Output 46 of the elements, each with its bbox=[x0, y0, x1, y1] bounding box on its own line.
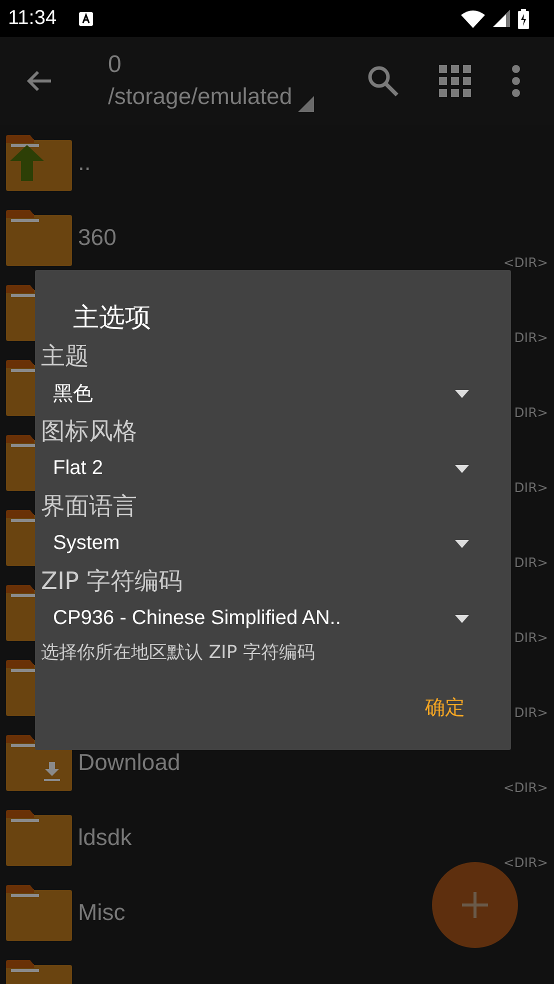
parent-folder-icon bbox=[6, 134, 72, 190]
setting-dropdown[interactable]: Flat 2 bbox=[41, 449, 511, 488]
folder-icon bbox=[6, 810, 72, 866]
keyboard-icon bbox=[78, 12, 93, 26]
folder-name[interactable]: Misc bbox=[78, 899, 548, 926]
setting-label: 图标风格 bbox=[41, 416, 138, 447]
wifi-icon bbox=[461, 10, 485, 28]
grid-icon[interactable] bbox=[439, 65, 471, 97]
dir-label: <DIR> bbox=[503, 781, 548, 796]
dir-label: <DIR> bbox=[503, 856, 548, 871]
more-icon[interactable] bbox=[511, 65, 521, 97]
dropdown-arrow-icon bbox=[455, 390, 469, 398]
back-arrow-icon[interactable] bbox=[26, 70, 52, 92]
setting-hint: 选择你所在地区默认 ZIP 字符编码 bbox=[41, 641, 316, 665]
dir-label: DIR> bbox=[514, 481, 548, 496]
folder-icon bbox=[6, 210, 72, 266]
parent-folder-label[interactable]: .. bbox=[78, 149, 548, 176]
battery-icon bbox=[518, 8, 529, 28]
dropdown-arrow-icon bbox=[455, 614, 469, 622]
folder-title: 0 bbox=[108, 50, 122, 80]
search-icon[interactable] bbox=[367, 65, 399, 97]
dir-label: DIR> bbox=[514, 331, 548, 346]
setting-label: ZIP 字符编码 bbox=[41, 566, 184, 597]
folder-name[interactable]: 360 bbox=[78, 224, 504, 251]
dir-label: DIR> bbox=[514, 706, 548, 721]
folder-name[interactable]: ldsdk bbox=[78, 824, 504, 851]
dir-label: DIR> bbox=[514, 631, 548, 646]
path-dropdown[interactable]: /storage/emulated bbox=[108, 80, 292, 112]
folder-icon bbox=[6, 884, 72, 940]
setting-dropdown[interactable]: 黑色 bbox=[41, 374, 511, 413]
corner-triangle-icon bbox=[298, 96, 314, 112]
dropdown-arrow-icon bbox=[455, 540, 469, 548]
dropdown-arrow-icon bbox=[455, 464, 469, 472]
plus-icon bbox=[462, 892, 488, 918]
setting-label: 主题 bbox=[41, 341, 90, 372]
folder-name[interactable]: Download bbox=[78, 749, 504, 776]
setting-dropdown[interactable]: CP936 - Chinese Simplified AN.. bbox=[41, 599, 511, 638]
signal-icon bbox=[493, 10, 510, 27]
clock: 11:34 bbox=[8, 7, 57, 30]
setting-label: 界面语言 bbox=[41, 491, 138, 522]
setting-dropdown[interactable]: System bbox=[41, 524, 511, 563]
dir-label: <DIR> bbox=[503, 256, 548, 271]
dir-label: DIR> bbox=[514, 406, 548, 421]
dir-label: DIR> bbox=[514, 556, 548, 571]
dialog-title: 主选项 bbox=[73, 302, 152, 335]
confirm-button[interactable]: 确定 bbox=[419, 690, 471, 725]
